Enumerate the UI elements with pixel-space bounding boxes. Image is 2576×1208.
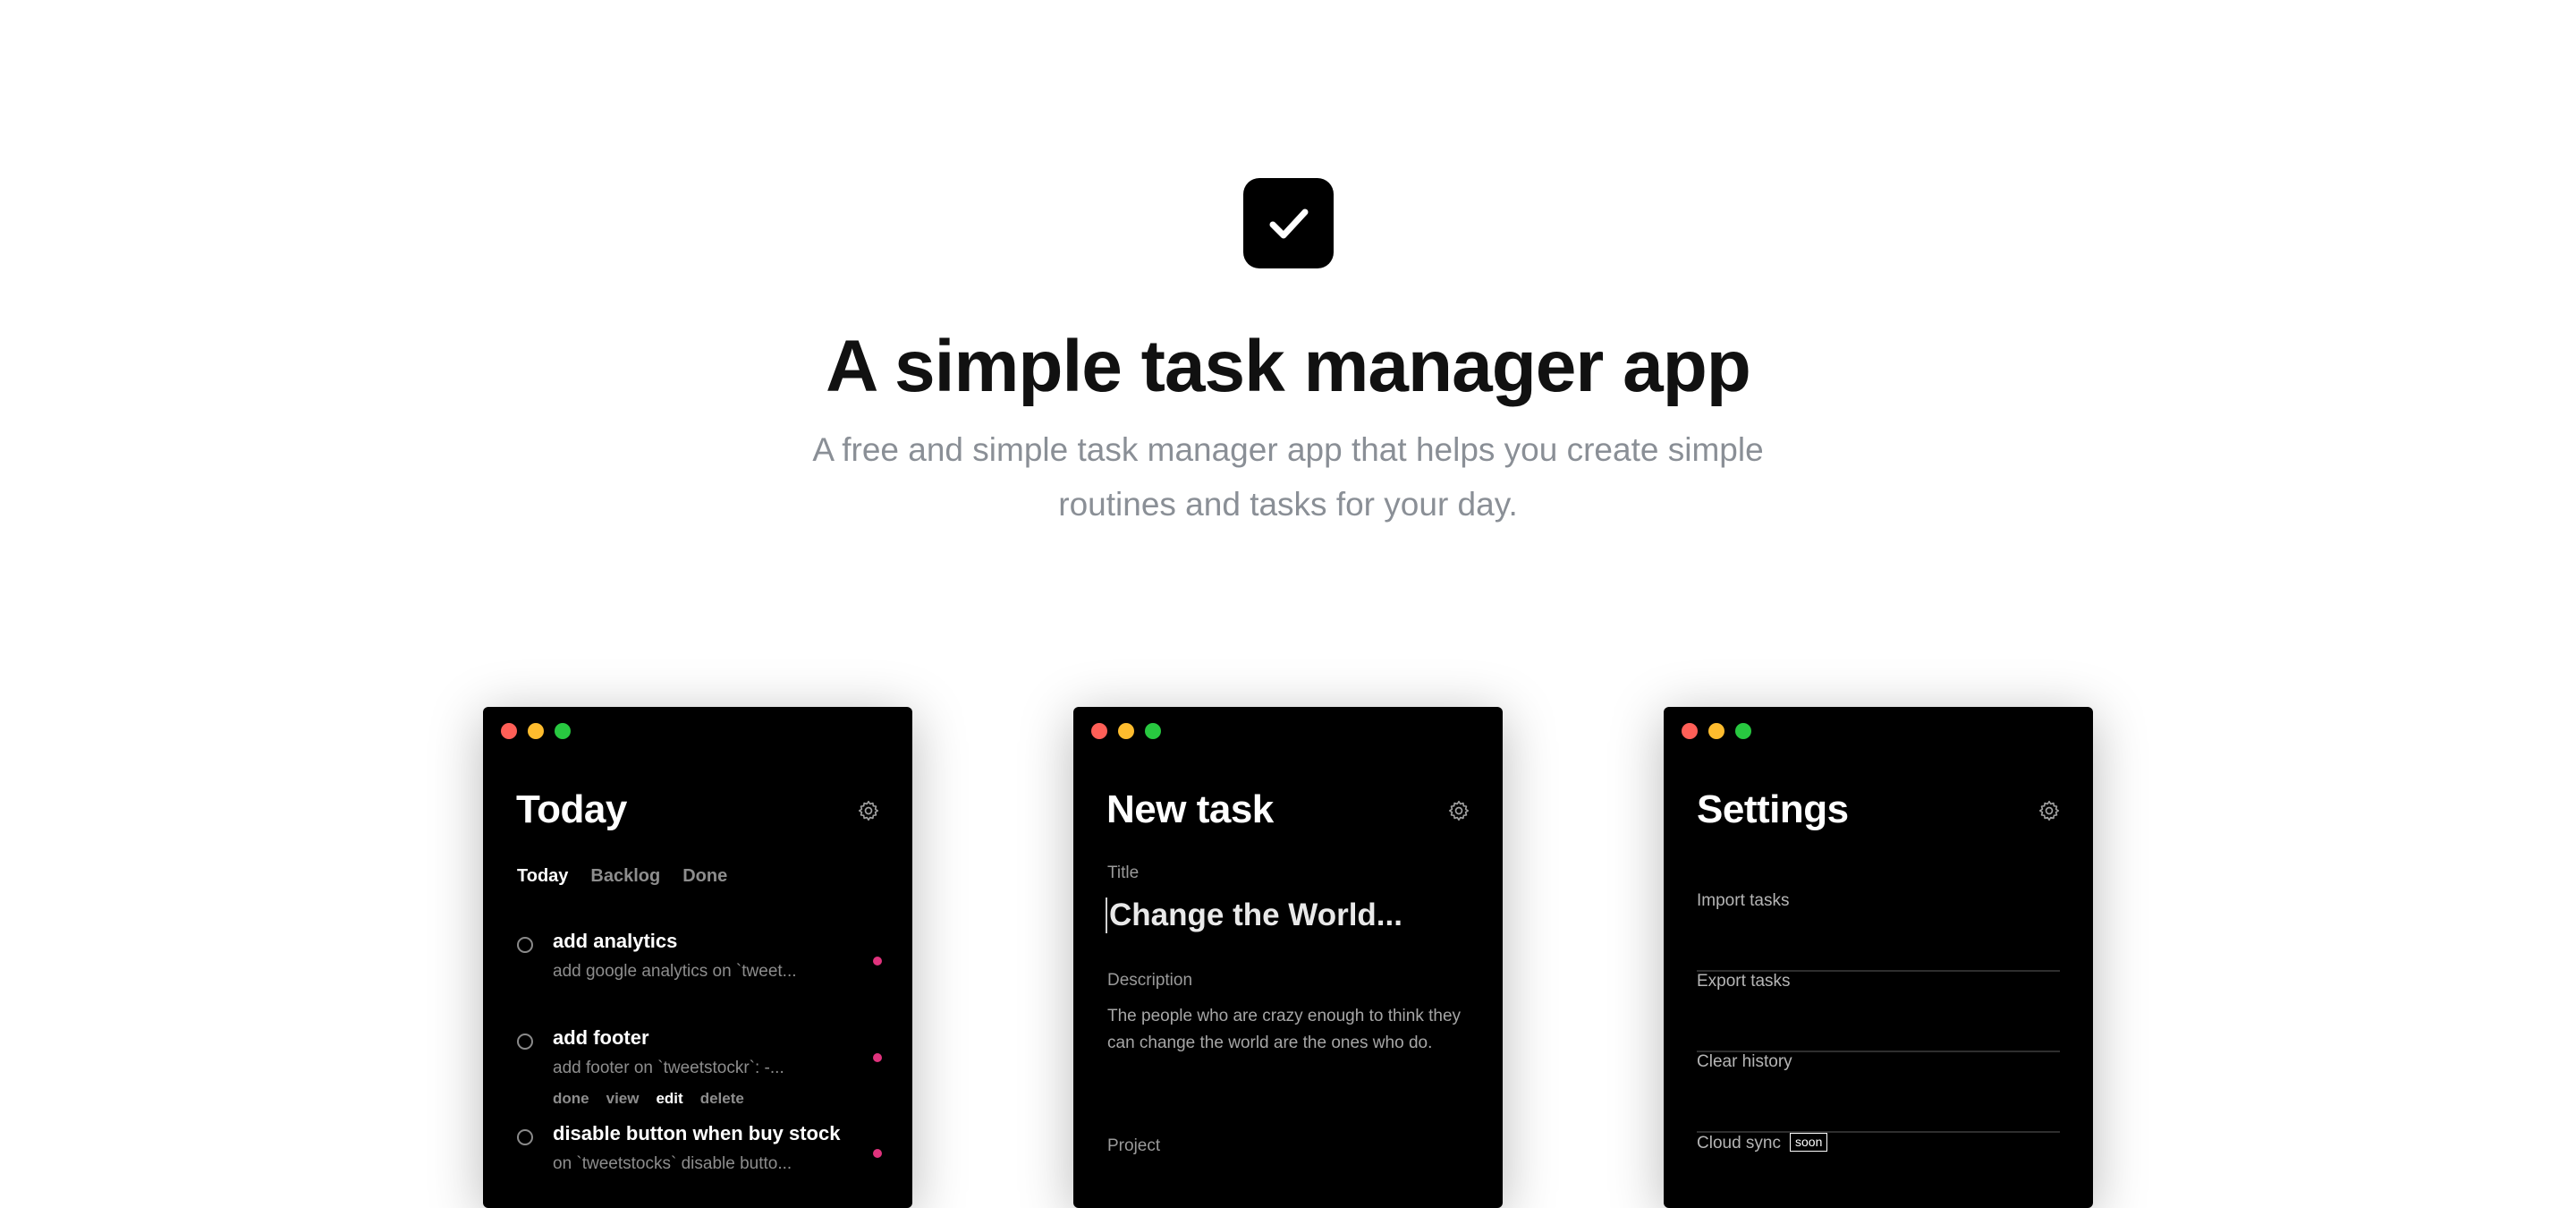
gear-icon[interactable] xyxy=(857,799,880,822)
tab-today[interactable]: Today xyxy=(517,866,568,887)
delete-button[interactable]: delete xyxy=(700,1090,744,1108)
maximize-window-button[interactable] xyxy=(1735,723,1751,739)
window-controls xyxy=(1091,723,1161,739)
page-subtitle: A free and simple task manager app that … xyxy=(812,431,1764,523)
soon-badge: soon xyxy=(1790,1133,1828,1152)
setting-label: Export tasks xyxy=(1697,972,1791,991)
window-title: Today xyxy=(516,787,627,831)
setting-label: Import tasks xyxy=(1697,891,1790,910)
task-title: add footer xyxy=(553,1026,649,1049)
description-label: Description xyxy=(1107,971,1193,990)
app-logo xyxy=(1243,178,1334,268)
tab-backlog[interactable]: Backlog xyxy=(590,866,660,887)
task-description: add google analytics on `tweet... xyxy=(553,962,797,981)
window-title: New task xyxy=(1106,787,1274,831)
task-tag-dot xyxy=(873,1149,882,1158)
close-window-button[interactable] xyxy=(1091,723,1107,739)
window-title: Settings xyxy=(1697,787,1849,831)
today-window: Today Today Backlog Done add analytics a… xyxy=(483,707,912,1208)
page-title: A simple task manager app xyxy=(826,326,1751,407)
setting-label: Clear history xyxy=(1697,1052,1792,1071)
task-tabs: Today Backlog Done xyxy=(517,866,727,887)
close-window-button[interactable] xyxy=(1682,723,1698,739)
task-tag-dot xyxy=(873,957,882,966)
maximize-window-button[interactable] xyxy=(1145,723,1161,739)
project-label: Project xyxy=(1107,1136,1161,1155)
window-controls xyxy=(501,723,571,739)
title-label: Title xyxy=(1107,863,1140,882)
close-window-button[interactable] xyxy=(501,723,517,739)
settings-window: Settings Import tasks Export tasks Clear… xyxy=(1664,707,2093,1208)
tab-done[interactable]: Done xyxy=(682,866,727,887)
setting-export-tasks[interactable]: Export tasks xyxy=(1697,972,2060,1052)
task-title: disable button when buy stock xyxy=(553,1122,841,1144)
checkmark-icon xyxy=(1269,208,1308,238)
task-tag-dot xyxy=(873,1053,882,1062)
task-checkbox[interactable] xyxy=(517,1034,533,1050)
minimize-window-button[interactable] xyxy=(528,723,544,739)
task-checkbox[interactable] xyxy=(517,1129,533,1145)
minimize-window-button[interactable] xyxy=(1118,723,1134,739)
task-checkbox[interactable] xyxy=(517,937,533,953)
new-task-window: New task Title Change the World... Descr… xyxy=(1073,707,1503,1208)
edit-button[interactable]: edit xyxy=(656,1090,682,1108)
task-description: on `tweetstocks` disable butto... xyxy=(553,1154,792,1173)
setting-cloud-sync[interactable]: Cloud sync soon xyxy=(1697,1133,2060,1208)
setting-label: Cloud sync soon xyxy=(1697,1133,1828,1153)
gear-icon[interactable] xyxy=(1447,799,1470,822)
setting-import-tasks[interactable]: Import tasks xyxy=(1697,891,2060,972)
view-button[interactable]: view xyxy=(606,1090,640,1108)
title-input[interactable]: Change the World... xyxy=(1106,897,1402,933)
task-title: add analytics xyxy=(553,930,678,952)
setting-clear-history[interactable]: Clear history xyxy=(1697,1052,2060,1133)
task-description: add footer on `tweetstockr`: -... xyxy=(553,1059,784,1077)
task-actions: done view edit delete xyxy=(553,1090,744,1108)
done-button[interactable]: done xyxy=(553,1090,589,1108)
window-controls xyxy=(1682,723,1751,739)
description-input[interactable]: The people who are crazy enough to think… xyxy=(1107,1003,1474,1057)
minimize-window-button[interactable] xyxy=(1708,723,1724,739)
gear-icon[interactable] xyxy=(2038,799,2061,822)
cloud-sync-label: Cloud sync xyxy=(1697,1134,1781,1153)
maximize-window-button[interactable] xyxy=(555,723,571,739)
